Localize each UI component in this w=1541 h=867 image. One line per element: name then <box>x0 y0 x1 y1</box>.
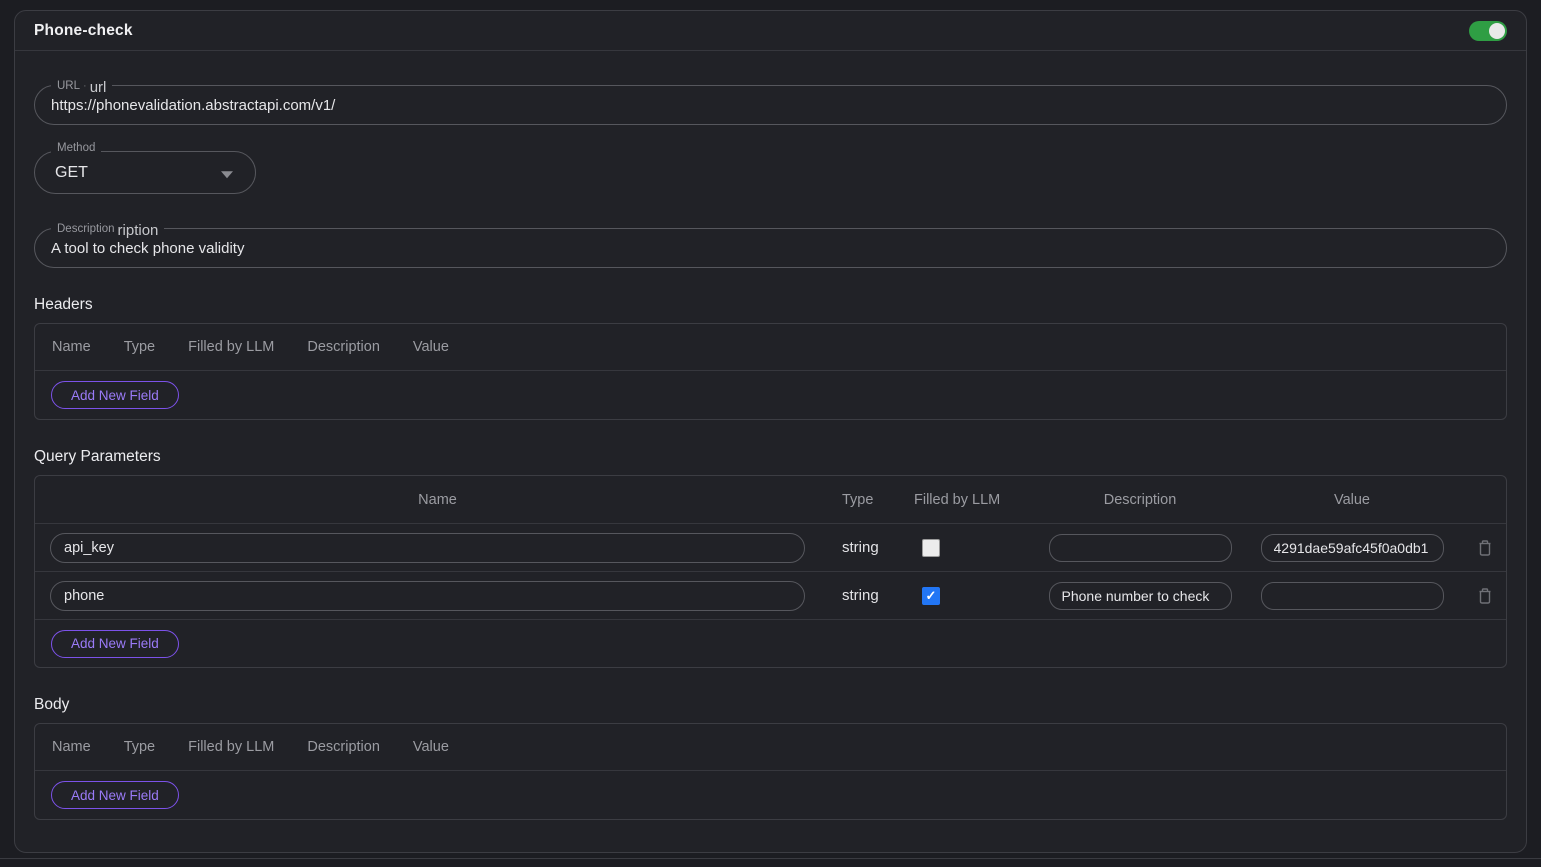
description-field-label: Description ription <box>51 220 164 235</box>
description-label-large: ription <box>118 223 159 238</box>
param-description-input[interactable] <box>1049 534 1232 562</box>
param-name-input[interactable] <box>50 581 805 611</box>
body-col-filled: Filled by LLM <box>188 739 274 755</box>
query-params-add-field-button[interactable]: Add New Field <box>51 630 179 658</box>
description-input[interactable] <box>35 240 1506 257</box>
param-type-text: string <box>840 587 879 604</box>
headers-col-filled: Filled by LLM <box>188 339 274 355</box>
body-col-name: Name <box>52 739 91 755</box>
param-value-input[interactable] <box>1261 534 1444 562</box>
param-name-input[interactable] <box>50 533 805 563</box>
url-label-small: URL <box>57 81 80 93</box>
body-add-field-button[interactable]: Add New Field <box>51 781 179 809</box>
trash-icon <box>1477 587 1493 605</box>
headers-section-title: Headers <box>34 296 1507 314</box>
delete-row-button[interactable] <box>1477 539 1493 557</box>
query-params-section-title: Query Parameters <box>34 448 1507 466</box>
method-label: Method <box>57 143 95 155</box>
query-param-row: string ✓ <box>35 572 1506 620</box>
url-input[interactable] <box>35 97 1506 114</box>
chevron-down-icon <box>221 171 233 178</box>
headers-add-field-button[interactable]: Add New Field <box>51 381 179 409</box>
tool-title: Phone-check <box>34 22 133 40</box>
body-col-value: Value <box>413 739 449 755</box>
body-col-type: Type <box>124 739 155 755</box>
qp-col-value: Value <box>1245 492 1459 508</box>
tool-config-panel: Phone-check URL · url Method GET Descr <box>14 10 1527 853</box>
headers-table-head: Name Type Filled by LLM Description Valu… <box>35 324 1506 371</box>
description-label-small: Description <box>57 224 115 236</box>
qp-col-name: Name <box>35 492 840 508</box>
headers-col-type: Type <box>124 339 155 355</box>
method-field-label: Method <box>51 143 101 155</box>
body-table: Name Type Filled by LLM Description Valu… <box>34 723 1507 820</box>
body-col-description: Description <box>307 739 380 755</box>
titlebar: Phone-check <box>15 11 1526 51</box>
param-description-input[interactable] <box>1049 582 1232 610</box>
headers-col-description: Description <box>307 339 380 355</box>
headers-table: Name Type Filled by LLM Description Valu… <box>34 323 1507 420</box>
filled-by-llm-checkbox[interactable] <box>922 539 940 557</box>
description-field: Description ription <box>34 228 1507 268</box>
param-value-input[interactable] <box>1261 582 1444 610</box>
qp-col-description: Description <box>1035 492 1245 508</box>
qp-col-filled: Filled by LLM <box>912 492 1035 508</box>
headers-col-name: Name <box>52 339 91 355</box>
url-field-label: URL · url <box>51 77 112 92</box>
page-bottom-divider <box>0 858 1541 859</box>
body-table-head: Name Type Filled by LLM Description Valu… <box>35 724 1506 771</box>
headers-col-value: Value <box>413 339 449 355</box>
url-label-large: url <box>90 80 107 95</box>
checkmark-icon: ✓ <box>926 589 937 602</box>
param-type-text: string <box>840 539 879 556</box>
toggle-knob <box>1489 23 1505 39</box>
qp-col-type: Type <box>840 492 912 508</box>
enabled-toggle[interactable] <box>1469 21 1507 41</box>
method-field[interactable]: Method GET <box>34 151 256 194</box>
delete-row-button[interactable] <box>1477 587 1493 605</box>
query-params-table: Name Type Filled by LLM Description Valu… <box>34 475 1507 668</box>
query-params-table-head: Name Type Filled by LLM Description Valu… <box>35 476 1506 524</box>
url-field: URL · url <box>34 85 1507 125</box>
query-param-row: string <box>35 524 1506 572</box>
filled-by-llm-checkbox[interactable]: ✓ <box>922 587 940 605</box>
body-section-title: Body <box>34 696 1507 714</box>
trash-icon <box>1477 539 1493 557</box>
url-label-separator: · <box>83 81 87 92</box>
